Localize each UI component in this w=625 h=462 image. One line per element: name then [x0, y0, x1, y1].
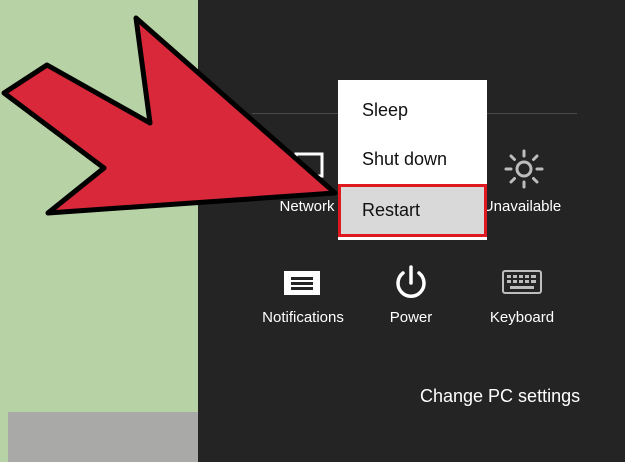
restart-menu-item[interactable]: Restart — [338, 184, 487, 237]
screen: Network Unavailable Notifications Power … — [0, 0, 625, 462]
brightness-tile[interactable]: Unavailable — [478, 145, 566, 220]
keyboard-tile[interactable]: Keyboard — [482, 258, 562, 333]
notifications-tile[interactable]: Notifications — [255, 258, 351, 333]
notifications-icon — [284, 271, 320, 295]
power-label: Power — [389, 309, 433, 326]
shut-down-menu-item[interactable]: Shut down — [338, 135, 487, 183]
sleep-menu-item[interactable]: Sleep — [338, 86, 487, 134]
power-icon — [396, 265, 426, 298]
power-tile[interactable]: Power — [376, 258, 446, 333]
network-icon — [294, 152, 324, 178]
brightness-label: Unavailable — [482, 198, 562, 215]
power-options-menu: Sleep Shut down Restart — [338, 80, 487, 240]
brightness-icon — [504, 149, 544, 189]
change-pc-settings-link[interactable]: Change PC settings — [420, 386, 580, 407]
keyboard-label: Keyboard — [489, 309, 555, 326]
keyboard-icon — [502, 270, 542, 294]
desktop-background — [0, 0, 200, 462]
notifications-label: Notifications — [262, 309, 344, 326]
taskbar-fragment — [8, 412, 200, 462]
